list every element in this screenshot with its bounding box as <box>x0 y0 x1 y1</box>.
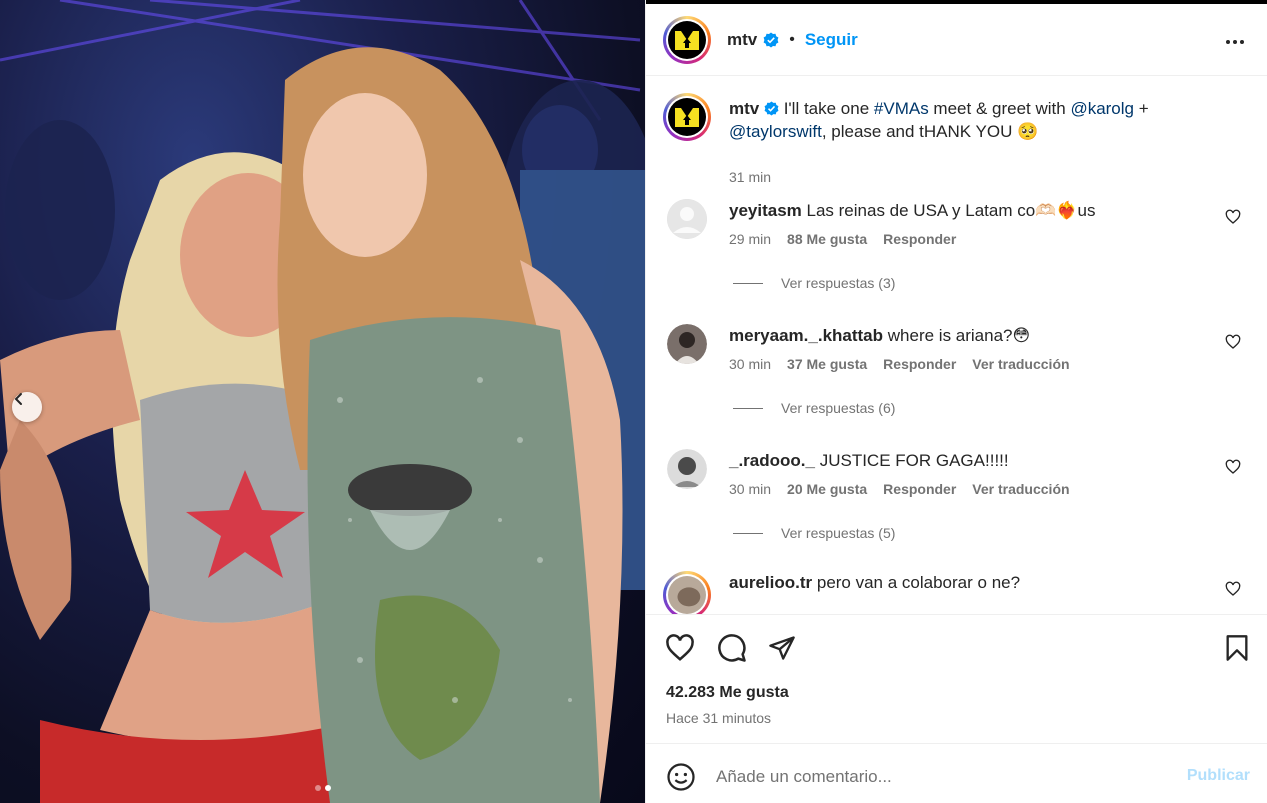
comment-text-line: yeyitasm Las reinas de USA y Latam co🫶🏻❤… <box>729 199 1207 223</box>
caption-avatar[interactable] <box>663 93 711 141</box>
post-photo <box>0 0 645 803</box>
heart-icon[interactable] <box>1225 581 1241 597</box>
view-replies-label: Ver respuestas (3) <box>781 275 896 291</box>
comment-text: where is ariana?😳 <box>887 326 1031 345</box>
follow-button[interactable]: Seguir <box>805 30 858 50</box>
comment-time: 30 min <box>729 356 772 372</box>
post-header: mtv • Seguir <box>646 4 1267 76</box>
author-username[interactable]: mtv <box>727 30 757 50</box>
heart-icon[interactable] <box>1225 209 1241 225</box>
commenter-avatar[interactable] <box>663 571 711 614</box>
replies-divider <box>733 282 763 284</box>
caption-time: 31 min <box>729 169 772 185</box>
comment-text-line: _.radooo._ JUSTICE FOR GAGA!!!!! <box>729 449 1207 473</box>
comment-text: Las reinas de USA y Latam co🫶🏻❤️‍🔥us <box>806 201 1096 220</box>
reply-button[interactable]: Responder <box>883 481 956 497</box>
verified-badge-icon <box>764 101 779 116</box>
view-replies-button[interactable]: Ver respuestas (6) <box>733 400 895 416</box>
comment-meta: 29 min 88 Me gusta Responder <box>729 231 956 247</box>
share-icon[interactable] <box>766 632 798 664</box>
commenter-avatar[interactable] <box>667 324 707 364</box>
comment-input[interactable] <box>716 763 1156 791</box>
commenter-avatar[interactable] <box>667 199 707 239</box>
comment-meta: 30 min 37 Me gusta Responder Ver traducc… <box>729 356 1070 372</box>
caption-username[interactable]: mtv <box>729 99 759 118</box>
heart-icon[interactable] <box>664 632 696 664</box>
heart-icon[interactable] <box>1225 459 1241 475</box>
more-icon[interactable] <box>1223 30 1247 54</box>
mtv-logo-mark <box>675 30 699 50</box>
comment-likes[interactable]: 37 Me gusta <box>787 356 867 372</box>
reply-button[interactable]: Responder <box>883 356 956 372</box>
chevron-left-icon <box>14 393 22 405</box>
comment-username[interactable]: yeyitasm <box>729 201 802 220</box>
comment-username[interactable]: aurelioo.tr <box>729 573 812 592</box>
comment-meta: 30 min 20 Me gusta Responder Ver traducc… <box>729 481 1070 497</box>
carousel-dot-active <box>324 785 331 791</box>
commenter-avatar[interactable] <box>667 449 707 489</box>
view-replies-label: Ver respuestas (5) <box>781 525 896 541</box>
hashtag-link[interactable]: #VMAs <box>874 99 929 118</box>
verified-badge-icon <box>763 32 779 47</box>
caption-text-before: I'll take one <box>783 99 874 118</box>
comment-username[interactable]: meryaam._.khattab <box>729 326 883 345</box>
carousel-dot <box>314 785 321 791</box>
caption-text-after: , please and tHANK YOU 🥺 <box>821 122 1039 141</box>
view-replies-label: Ver respuestas (6) <box>781 400 896 416</box>
comment-text-line: aurelioo.tr pero van a colaborar o ne? <box>729 571 1207 595</box>
mtv-logo-mark <box>675 108 699 127</box>
likes-count[interactable]: 42.283 Me gusta <box>666 684 789 702</box>
mention-link-karolg[interactable]: @karolg <box>1070 99 1134 118</box>
post-actions: 42.283 Me gusta Hace 31 minutos <box>646 616 1267 744</box>
view-replies-button[interactable]: Ver respuestas (5) <box>733 525 895 541</box>
post-media <box>0 0 645 803</box>
comment-composer: Publicar <box>646 745 1267 803</box>
reply-button[interactable]: Responder <box>883 231 956 247</box>
comment-text: pero van a colaborar o ne? <box>816 573 1021 592</box>
comment-likes[interactable]: 88 Me gusta <box>787 231 867 247</box>
carousel-indicators <box>0 785 645 791</box>
carousel-prev-button[interactable] <box>12 392 42 422</box>
mtv-logo <box>668 98 706 136</box>
separator-dot: • <box>789 30 795 48</box>
view-replies-button[interactable]: Ver respuestas (3) <box>733 275 895 291</box>
translate-button[interactable]: Ver traducción <box>972 481 1069 497</box>
caption-plus: + <box>1134 99 1149 118</box>
post-time: Hace 31 minutos <box>666 710 772 726</box>
comment-time: 30 min <box>729 481 772 497</box>
comment-item: yeyitasm Las reinas de USA y Latam co🫶🏻❤… <box>663 199 1247 309</box>
comment-text: JUSTICE FOR GAGA!!!!! <box>819 451 1009 470</box>
replies-divider <box>733 532 763 534</box>
comments-list[interactable]: mtv I'll take one #VMAs meet & greet wit… <box>646 77 1267 615</box>
default-avatar-icon <box>667 199 707 239</box>
publish-button[interactable]: Publicar <box>1187 767 1250 785</box>
replies-divider <box>733 407 763 409</box>
bookmark-icon[interactable] <box>1221 632 1253 664</box>
translate-button[interactable]: Ver traducción <box>972 356 1069 372</box>
comment-likes[interactable]: 20 Me gusta <box>787 481 867 497</box>
comment-username[interactable]: _.radooo._ <box>729 451 815 470</box>
caption-text-mid: meet & greet with <box>928 99 1071 118</box>
comment-item: _.radooo._ JUSTICE FOR GAGA!!!!! 30 min … <box>663 449 1247 559</box>
comment-time: 29 min <box>729 231 772 247</box>
comment-item: aurelioo.tr pero van a colaborar o ne? <box>663 571 1247 614</box>
mention-link-taylorswift[interactable]: @taylorswift <box>729 122 822 141</box>
user-photo-avatar <box>668 576 706 614</box>
caption-text: mtv I'll take one #VMAs meet & greet wit… <box>729 97 1189 143</box>
user-photo-avatar <box>667 449 707 489</box>
user-photo-avatar <box>667 324 707 364</box>
comment-icon[interactable] <box>716 632 748 664</box>
mtv-logo <box>668 20 706 59</box>
heart-icon[interactable] <box>1225 334 1241 350</box>
emoji-icon[interactable] <box>666 762 696 792</box>
author-avatar[interactable] <box>663 15 711 64</box>
comment-item: meryaam._.khattab where is ariana?😳 30 m… <box>663 324 1247 434</box>
post-panel: mtv • Seguir mtv I'll take one #VMAs mee… <box>645 0 1267 803</box>
comment-text-line: meryaam._.khattab where is ariana?😳 <box>729 324 1207 348</box>
